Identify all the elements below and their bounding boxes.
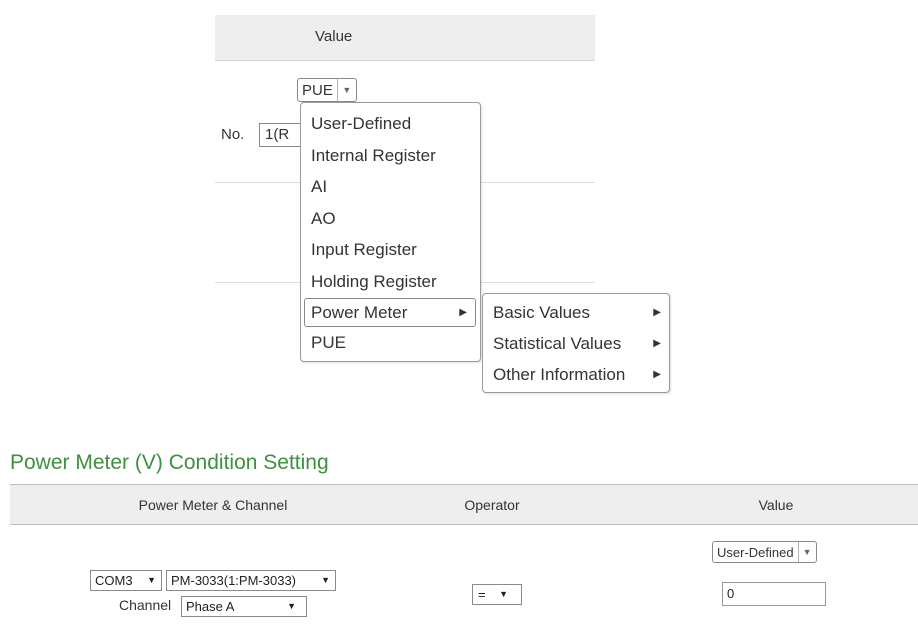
- menu-item-internal-register[interactable]: Internal Register: [301, 140, 480, 172]
- menu-item-holding-register[interactable]: Holding Register: [301, 266, 480, 298]
- triangle-down-icon: ▼: [287, 601, 296, 611]
- menu-item-pue[interactable]: PUE: [301, 327, 480, 359]
- channel-label: Channel: [119, 597, 172, 613]
- column-header-operator: Operator: [464, 497, 520, 513]
- submenu-item-label: Basic Values: [493, 303, 591, 322]
- value-source-menu: User-Defined Internal Register AI AO Inp…: [300, 102, 481, 362]
- menu-item-ai[interactable]: AI: [301, 171, 480, 203]
- submenu-item-statistical-values[interactable]: Statistical Values ▶: [483, 328, 669, 359]
- menu-item-user-defined[interactable]: User-Defined: [301, 108, 480, 140]
- com-port-select-value: COM3: [95, 573, 133, 588]
- triangle-right-icon: ▶: [653, 307, 661, 318]
- menu-item-input-register[interactable]: Input Register: [301, 234, 480, 266]
- no-label: No.: [221, 126, 245, 143]
- menu-item-power-meter-label: Power Meter: [311, 302, 408, 322]
- no-select[interactable]: 1(R: [259, 123, 305, 147]
- menu-item-ao[interactable]: AO: [301, 203, 480, 235]
- chevron-down-icon[interactable]: ▼: [336, 79, 356, 101]
- submenu-item-label: Other Information: [493, 365, 626, 384]
- value-source-select[interactable]: PUE ▼: [297, 78, 357, 102]
- triangle-right-icon: ▶: [459, 306, 467, 318]
- value-column-header: Value: [215, 15, 595, 61]
- value-column-title: Value: [315, 28, 353, 45]
- triangle-down-icon: ▼: [147, 575, 156, 585]
- power-meter-submenu: Basic Values ▶ Statistical Values ▶ Othe…: [482, 293, 670, 393]
- submenu-item-basic-values[interactable]: Basic Values ▶: [483, 297, 669, 328]
- triangle-down-icon: ▼: [321, 575, 330, 585]
- column-header-power-meter-channel: Power Meter & Channel: [138, 497, 288, 513]
- channel-select[interactable]: Phase A ▼: [181, 596, 307, 617]
- table-header-row: Power Meter & Channel Operator Value: [10, 484, 918, 525]
- operator-select-value: =: [478, 587, 486, 602]
- power-meter-select[interactable]: PM-3033(1:PM-3033) ▼: [166, 570, 336, 591]
- value-source-select-value: PUE: [302, 81, 333, 99]
- chevron-down-icon[interactable]: ▼: [797, 542, 816, 562]
- section-title: Power Meter (V) Condition Setting: [10, 451, 329, 474]
- value-type-select[interactable]: User-Defined ▼: [712, 541, 817, 563]
- com-port-select[interactable]: COM3 ▼: [90, 570, 162, 591]
- value-type-select-value: User-Defined: [717, 544, 794, 560]
- operator-select[interactable]: = ▼: [472, 584, 522, 605]
- submenu-item-other-information[interactable]: Other Information ▶: [483, 359, 669, 390]
- triangle-right-icon: ▶: [653, 369, 661, 380]
- triangle-right-icon: ▶: [653, 338, 661, 349]
- value-input[interactable]: 0: [722, 582, 826, 606]
- submenu-item-label: Statistical Values: [493, 334, 622, 353]
- power-meter-select-value: PM-3033(1:PM-3033): [171, 573, 296, 588]
- column-header-value: Value: [758, 497, 794, 513]
- channel-select-value: Phase A: [186, 599, 235, 614]
- menu-item-power-meter[interactable]: Power Meter ▶: [304, 297, 476, 327]
- triangle-down-icon: ▼: [499, 589, 508, 599]
